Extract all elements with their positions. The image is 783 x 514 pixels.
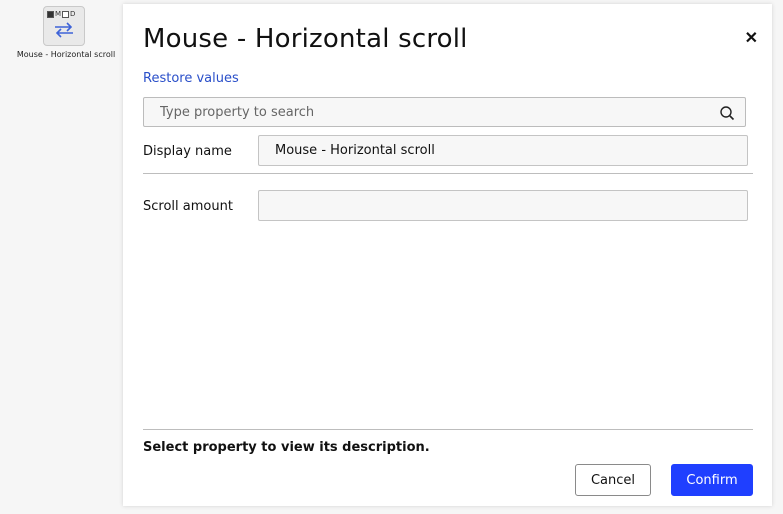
scroll-amount-label: Scroll amount	[143, 199, 233, 214]
node-flags: M D	[47, 10, 75, 18]
close-button[interactable]: ✕	[745, 28, 758, 48]
scroll-amount-field[interactable]	[258, 190, 748, 221]
confirm-button[interactable]: Confirm	[671, 464, 753, 496]
search-icon[interactable]	[719, 105, 735, 125]
display-name-field[interactable]	[258, 135, 748, 166]
property-row-display-name: Display name	[143, 135, 748, 167]
description-hint: Select property to view its description.	[143, 440, 430, 455]
property-search	[143, 97, 746, 127]
property-row-scroll-amount: Scroll amount	[143, 190, 748, 222]
search-input[interactable]	[144, 98, 700, 126]
dialog-title: Mouse - Horizontal scroll	[143, 24, 468, 54]
display-name-label: Display name	[143, 144, 232, 159]
description-divider	[143, 429, 753, 430]
node-label: Mouse - Horizontal scroll	[16, 50, 116, 59]
swap-arrows-icon	[53, 21, 75, 43]
flag-m-checkbox[interactable]	[47, 10, 54, 18]
close-icon: ✕	[744, 30, 758, 47]
restore-values-link[interactable]: Restore values	[143, 71, 239, 86]
divider	[143, 173, 753, 174]
flag-d-label: D	[70, 10, 76, 18]
canvas-node[interactable]: M D Mouse - Horizontal scroll	[8, 6, 120, 59]
node-box[interactable]: M D	[43, 6, 85, 46]
properties-dialog: Mouse - Horizontal scroll ✕ Restore valu…	[123, 4, 772, 506]
flag-d-checkbox[interactable]	[62, 10, 70, 18]
flag-m-label: M	[55, 10, 62, 18]
cancel-button[interactable]: Cancel	[575, 464, 651, 496]
